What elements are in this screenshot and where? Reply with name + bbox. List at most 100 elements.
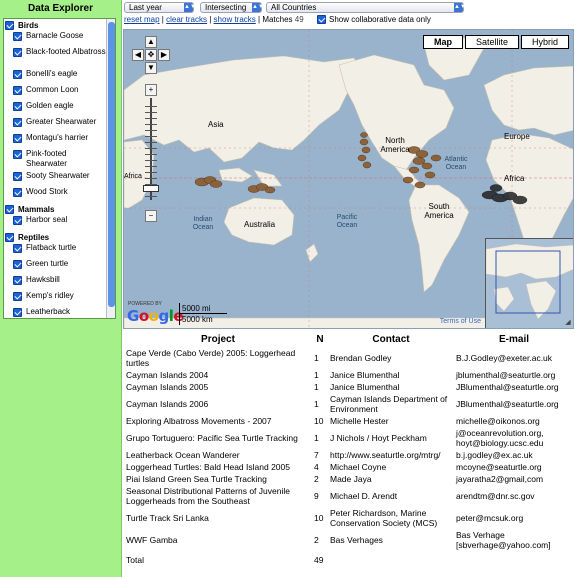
species-label: Barnacle Goose [26,31,84,40]
header-contact[interactable]: Contact [328,331,454,347]
species-list-scrollbar[interactable] [106,19,115,318]
species-item[interactable]: Black-footed Albatross [4,47,107,69]
header-email[interactable]: E-mail [454,331,574,347]
species-checkbox[interactable] [13,32,22,41]
zoom-slider-knob[interactable] [143,185,159,192]
table-row[interactable]: Turtle Track Sri Lanka 10 Peter Richardson… [124,507,574,529]
header-n[interactable]: N [312,331,328,347]
table-row[interactable]: Leatherback Ocean Wanderer 7 http://www.se… [124,449,574,461]
species-item[interactable]: Greater Shearwater [4,117,107,133]
species-checkbox[interactable] [13,150,22,159]
species-item[interactable]: Wood Stork [4,187,107,203]
species-item[interactable]: Pink-footed Shearwater [4,149,107,171]
species-item[interactable]: Flatback turtle [4,243,107,259]
species-checkbox[interactable] [13,172,22,181]
species-item[interactable]: Kemp's ridley [4,291,107,307]
email-cell[interactable]: peter@mcsuk.org [454,507,574,529]
terms-of-use-link[interactable]: Terms of Use [440,318,481,325]
species-checkbox[interactable] [13,70,22,79]
pan-up-button[interactable]: ▲ [145,36,157,48]
collapse-overview-icon[interactable]: ◢ [564,319,572,327]
table-row[interactable]: Piai Island Green Sea Turtle Tracking 2 Ma… [124,473,574,485]
email-cell[interactable]: Bas Verhage [sbverhage@yahoo.com] [454,529,574,551]
group-checkbox[interactable] [5,20,14,30]
map-type-map-button[interactable]: Map [422,35,463,49]
species-item[interactable]: Green turtle [4,259,107,275]
email-cell[interactable]: michelle@oikonos.org [454,415,574,427]
email-cell[interactable]: JBlumenthal@seaturtle.org [454,393,574,415]
email-cell[interactable]: mcoyne@seaturtle.org [454,461,574,473]
table-row[interactable]: Cayman Islands 2006 1 Cayman Islands Depar… [124,393,574,415]
pan-down-button[interactable]: ▼ [145,62,157,74]
email-cell[interactable]: j@oceanrevolution.org, hoyt@biology.ucsc… [454,427,574,449]
table-row[interactable]: Exploring Albatross Movements - 2007 10 Mi… [124,415,574,427]
species-item[interactable]: Barnacle Goose [4,31,107,47]
scale-miles: 5000 mi [179,303,227,314]
table-row[interactable]: Seasonal Distributional Patterns of Juve… [124,485,574,507]
contact-cell: Michael Coyne [330,462,387,472]
pan-left-button[interactable]: ◀ [132,49,144,61]
collaborative-filter[interactable]: Show collaborative data only [317,15,431,24]
species-checkbox[interactable] [13,118,22,127]
table-row[interactable]: Loggerhead Turtles: Bald Head Island 200… [124,461,574,473]
clear-tracks-link[interactable]: clear tracks [166,15,207,24]
map-type-satellite-button[interactable]: Satellite [464,35,519,49]
species-checkbox[interactable] [13,188,22,197]
chevron-down-icon: ▲▼ [184,3,196,12]
intersect-mode-select[interactable]: Intersecting ▲▼ [200,2,264,13]
collaborative-checkbox[interactable] [317,15,326,24]
group-mammals[interactable]: Mammals [4,203,107,215]
species-checkbox[interactable] [13,260,22,269]
group-checkbox[interactable] [5,204,14,214]
zoom-in-button[interactable]: + [145,84,157,96]
species-item[interactable]: Common Loon [4,85,107,101]
species-checkbox[interactable] [13,134,22,143]
species-item[interactable]: Leatherback [4,307,107,318]
species-checkbox[interactable] [13,276,22,285]
species-item[interactable]: Montagu's harrier [4,133,107,149]
species-checkbox[interactable] [13,244,22,253]
scrollbar-thumb[interactable] [108,22,115,307]
count-cell: 2 [314,474,319,484]
reset-map-link[interactable]: reset map [124,15,160,24]
table-row[interactable]: Cape Verde (Cabo Verde) 2005: Loggerhead… [124,347,574,369]
group-birds[interactable]: Birds [4,19,107,31]
group-checkbox[interactable] [5,232,14,242]
species-checkbox[interactable] [13,86,22,95]
email-cell[interactable]: B.J.Godley@exeter.ac.uk [454,347,574,369]
species-item[interactable]: Sooty Shearwater [4,171,107,187]
species-item[interactable]: Hawksbill [4,275,107,291]
overview-map[interactable]: ◢ [485,238,573,328]
species-checkbox[interactable] [13,292,22,301]
species-item[interactable]: Golden eagle [4,101,107,117]
species-item[interactable]: Bonelli's eagle [4,69,107,85]
email-cell[interactable]: arendtm@dnr.sc.gov [454,485,574,507]
group-label: Mammals [18,204,55,214]
table-row[interactable]: Cayman Islands 2004 1 Janice Blumenthal jbl… [124,369,574,381]
header-project[interactable]: Project [124,331,312,347]
world-map[interactable]: Asia Africa Australia Indian Ocean Pacif… [123,29,574,329]
project-cell: Exploring Albatross Movements - 2007 [126,416,272,426]
species-checkbox[interactable] [13,48,22,57]
species-checkbox[interactable] [13,216,22,225]
species-item[interactable]: Harbor seal [4,215,107,231]
group-reptiles[interactable]: Reptiles [4,231,107,243]
email-cell[interactable]: jblumenthal@seaturtle.org [454,369,574,381]
label-north-america: North America [380,136,410,154]
species-checkbox[interactable] [13,102,22,111]
pan-center-button[interactable]: ✥ [145,49,157,61]
table-row[interactable]: Cayman Islands 2005 1 Janice Blumenthal JBl… [124,381,574,393]
species-checkbox[interactable] [13,308,22,317]
pan-right-button[interactable]: ▶ [158,49,170,61]
email-cell[interactable]: b.j.godley@ex.ac.uk [454,449,574,461]
table-row[interactable]: WWF Gamba 2 Bas Verhages Bas Verhage [sbver… [124,529,574,551]
show-tracks-link[interactable]: show tracks [214,15,256,24]
time-range-select[interactable]: Last year ▲▼ [124,2,196,13]
email-cell[interactable]: jayaratha2@gmail,com [454,473,574,485]
table-row[interactable]: Grupo Tortuguero: Pacific Sea Turtle Tra… [124,427,574,449]
map-type-hybrid-button[interactable]: Hybrid [520,35,569,49]
email-cell[interactable]: JBlumenthal@seaturtle.org [454,381,574,393]
country-select[interactable]: All Countries ▲▼ [266,2,466,13]
zoom-out-button[interactable]: − [145,210,157,222]
map-type-switcher: Map Satellite Hybrid [421,35,569,49]
